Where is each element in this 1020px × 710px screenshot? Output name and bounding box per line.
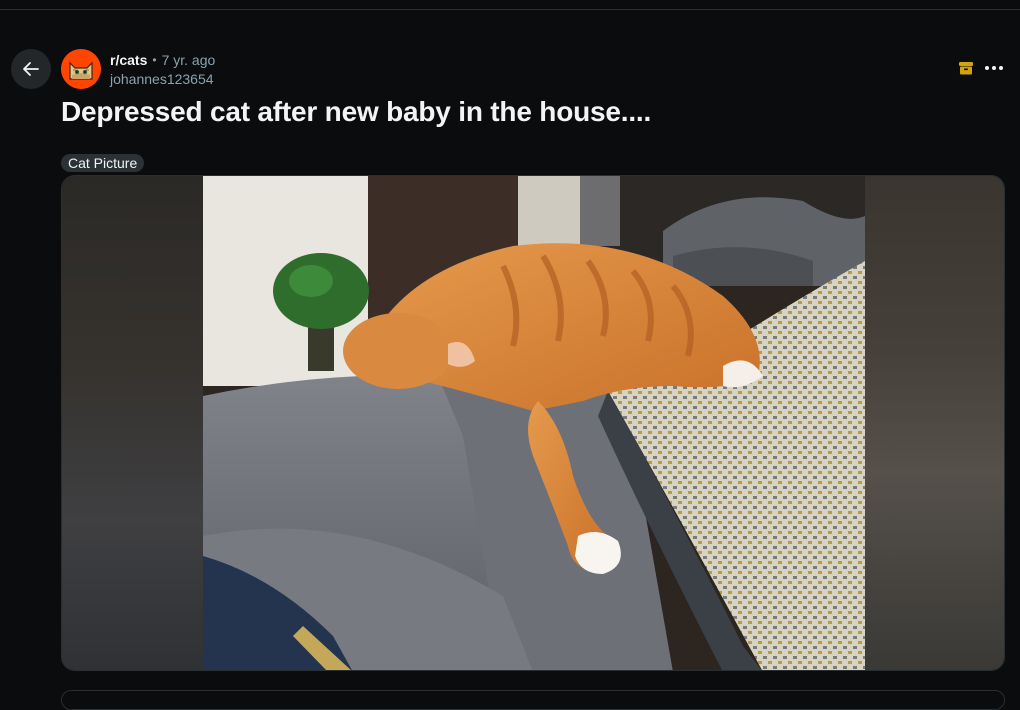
post-age: 7 yr. ago — [161, 52, 216, 68]
ellipsis-icon — [992, 66, 996, 70]
ellipsis-icon — [985, 66, 989, 70]
media-blur-right — [862, 176, 1004, 670]
media-blur-left — [62, 176, 204, 670]
ellipsis-icon — [999, 66, 1003, 70]
post-title[interactable]: Depressed cat after new baby in the hous… — [61, 96, 651, 128]
post-media[interactable] — [61, 175, 1005, 671]
post-flair[interactable]: Cat Picture — [61, 154, 145, 172]
arrow-left-icon — [23, 62, 39, 76]
cat-avatar-icon — [61, 49, 101, 89]
top-divider — [0, 9, 1020, 10]
cat-photo — [203, 176, 865, 670]
post-meta: r/cats • 7 yr. ago — [110, 52, 215, 68]
subreddit-avatar[interactable] — [61, 49, 101, 89]
subreddit-name[interactable]: r/cats — [110, 52, 147, 68]
comment-box[interactable] — [61, 690, 1005, 710]
more-options-button[interactable] — [982, 58, 1006, 78]
back-button[interactable] — [11, 49, 51, 89]
post-author[interactable]: johannes123654 — [110, 71, 214, 87]
archive-icon — [959, 62, 973, 75]
meta-separator: • — [152, 53, 157, 67]
